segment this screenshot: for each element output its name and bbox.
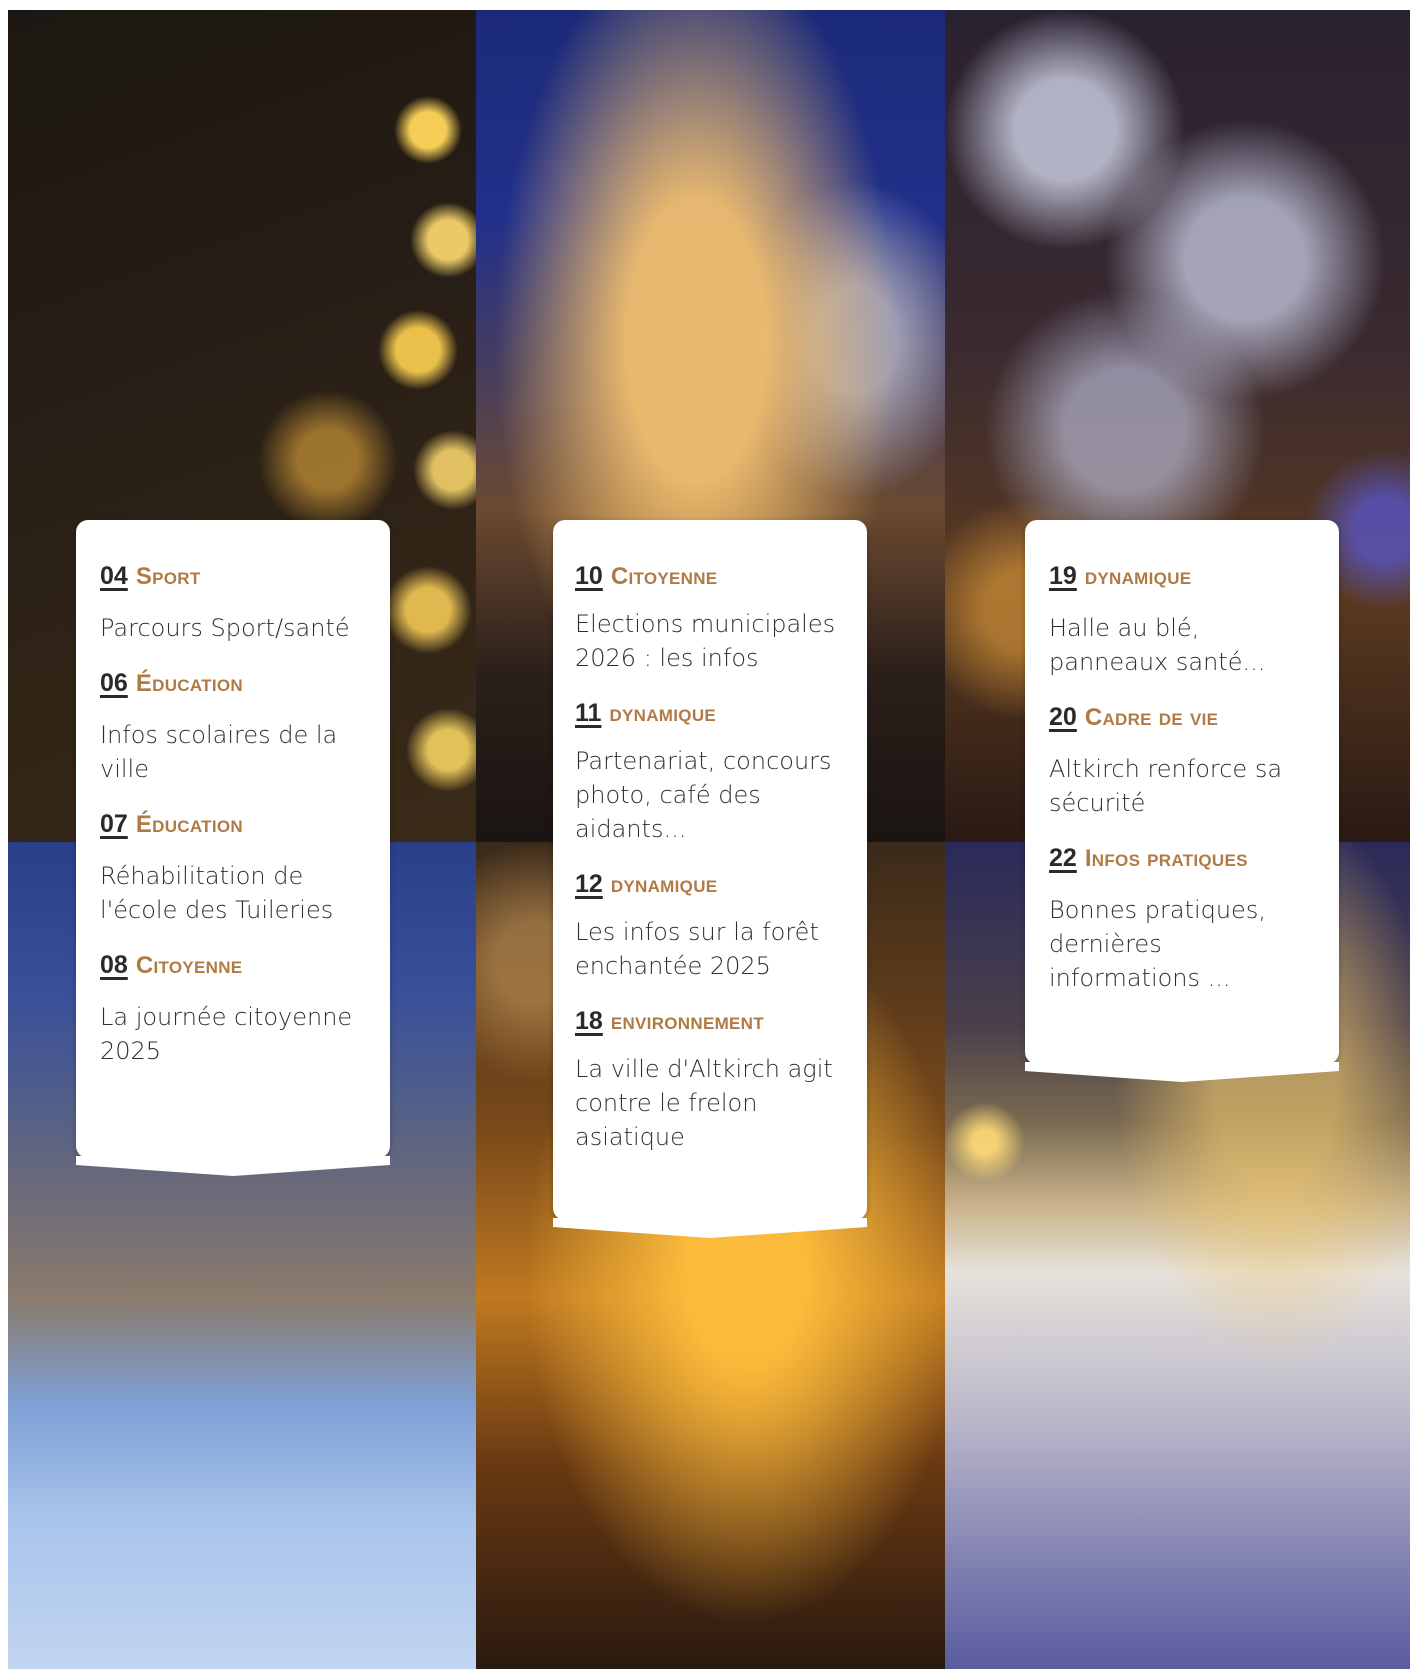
page-number[interactable]: 06 [100,669,128,698]
toc-entry-head: 04 Sport [100,562,366,591]
entry-description: La ville d'Altkirch agit contre le frelo… [575,1055,833,1151]
entry-description: La journée citoyenne 2025 [100,1003,353,1065]
section-category: Infos pratiques [1084,845,1248,872]
entry-description: Partenariat, concours photo, café des ai… [575,747,832,843]
toc-entry-head: 19 dynamique [1049,562,1315,591]
entry-description: Elections municipales 2026 : les infos [575,610,836,672]
page-number[interactable]: 08 [100,951,128,980]
section-category: dynamique [1084,563,1192,590]
entry-description: Réhabilitation de l'école des Tuileries [100,862,334,924]
toc-entry-head: 20 Cadre de vie [1049,703,1315,732]
page-number[interactable]: 07 [100,810,128,839]
page-number[interactable]: 12 [575,870,603,899]
toc-entry-head: 07 Éducation [100,810,366,839]
toc-entry-head: 10 Citoyenne [575,562,845,591]
toc-entry-head: 12 dynamique [575,870,845,899]
page-number[interactable]: 10 [575,562,603,591]
entry-description: Halle au blé, panneaux santé... [1049,614,1266,676]
page-number[interactable]: 11 [575,699,601,728]
toc-entry-head: 08 Citoyenne [100,951,366,980]
section-category: Sport [135,563,201,590]
entry-description: Les infos sur la forêt enchantée 2025 [575,918,819,980]
page-number[interactable]: 19 [1049,562,1077,591]
page-number[interactable]: 22 [1049,844,1077,873]
toc-card-2: 10 Citoyenne Elections municipales 2026 … [553,520,867,1220]
section-category: Citoyenne [135,952,243,979]
toc-entry-head: 06 Éducation [100,669,366,698]
section-category: environnement [610,1008,764,1035]
section-category: dynamique [610,871,718,898]
toc-card-1: 04 Sport Parcours Sport/santé 06 Éducati… [76,520,390,1158]
section-category: Cadre de vie [1084,704,1219,731]
page-number[interactable]: 20 [1049,703,1077,732]
entry-description: Bonnes pratiques, dernières informations… [1049,896,1266,992]
page-number[interactable]: 04 [100,562,128,591]
page-number[interactable]: 18 [575,1007,603,1036]
entry-description: Altkirch renforce sa sécurité [1049,755,1283,817]
toc-entry-head: 22 Infos pratiques [1049,844,1315,873]
section-category: dynamique [609,700,717,727]
entry-description: Infos scolaires de la ville [100,721,338,783]
section-category: Citoyenne [610,563,718,590]
toc-card-3: 19 dynamique Halle au blé, panneaux sant… [1025,520,1339,1064]
section-category: Éducation [135,670,243,697]
entry-description: Parcours Sport/santé [100,614,350,642]
toc-entry-head: 11 dynamique [575,699,845,728]
section-category: Éducation [135,811,243,838]
toc-entry-head: 18 environnement [575,1007,845,1036]
